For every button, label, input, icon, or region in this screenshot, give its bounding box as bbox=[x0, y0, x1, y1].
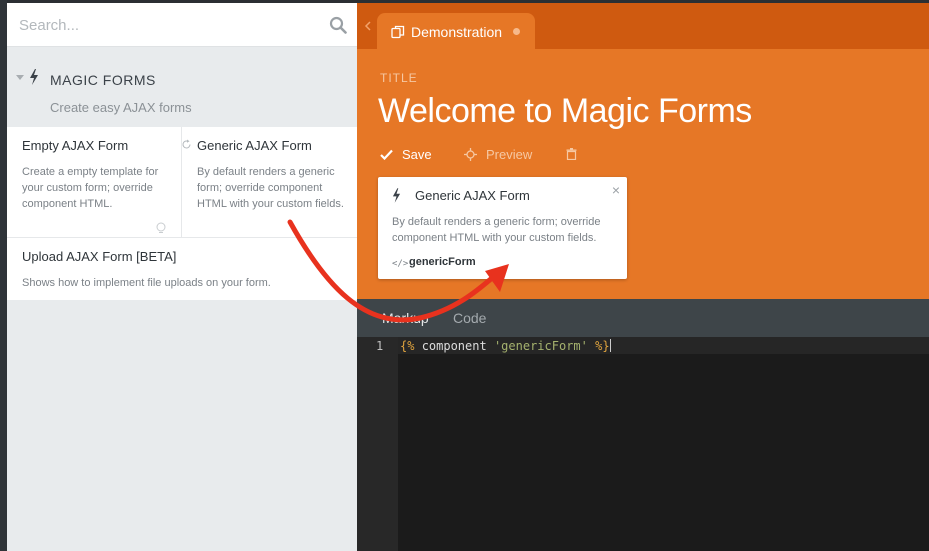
trash-icon bbox=[566, 148, 577, 160]
preview-button[interactable]: Preview bbox=[464, 144, 532, 164]
component-tile-description: Shows how to implement file uploads on y… bbox=[22, 277, 271, 289]
tile-divider bbox=[181, 127, 182, 237]
code-icon: </> bbox=[392, 259, 409, 269]
delete-button[interactable] bbox=[566, 144, 577, 164]
component-tile-generic-ajax-form[interactable]: Generic AJAX Form By default renders a g… bbox=[182, 127, 357, 237]
tab-code[interactable]: Code bbox=[453, 310, 486, 326]
drag-refresh-icon bbox=[182, 139, 191, 149]
copy-icon bbox=[391, 25, 405, 39]
left-nav-strip bbox=[0, 0, 7, 551]
code-line[interactable]: {% component 'genericForm' %} bbox=[400, 339, 611, 353]
component-tile-description: Create a empty template for your custom … bbox=[22, 166, 159, 210]
component-tile-description: By default renders a generic form; overr… bbox=[197, 166, 344, 210]
crosshair-icon bbox=[464, 147, 477, 161]
collapse-sidebar-icon[interactable] bbox=[364, 21, 372, 31]
title-field-label: TITLE bbox=[380, 71, 418, 85]
preview-button-label: Preview bbox=[486, 146, 533, 162]
lightbulb-icon bbox=[156, 222, 166, 233]
twig-open-tag: {% bbox=[400, 339, 415, 353]
editor-gutter: 1 bbox=[357, 337, 398, 551]
plugin-group-title: MAGIC FORMS bbox=[50, 72, 156, 88]
tab-label: Demonstration bbox=[411, 24, 503, 40]
search-input[interactable] bbox=[19, 14, 319, 36]
component-tile-upload-ajax-form[interactable]: Upload AJAX Form [BETA] Shows how to imp… bbox=[7, 238, 357, 300]
component-tile-title: Upload AJAX Form [BETA] bbox=[22, 249, 177, 264]
line-number: 1 bbox=[376, 339, 384, 353]
tab-demonstration[interactable]: Demonstration bbox=[377, 13, 535, 49]
twig-string: 'genericForm' bbox=[493, 339, 588, 353]
component-card-description: By default renders a generic form; overr… bbox=[392, 216, 601, 244]
bolt-icon bbox=[30, 69, 38, 85]
collapse-caret-icon[interactable] bbox=[16, 75, 24, 80]
editor-toolbar: Save Preview bbox=[380, 144, 680, 164]
checkmark-icon bbox=[380, 149, 393, 160]
bolt-icon bbox=[392, 188, 401, 203]
component-tile-title: Generic AJAX Form bbox=[197, 138, 312, 153]
search-icon[interactable] bbox=[329, 16, 347, 34]
components-sidebar: MAGIC FORMS Create easy AJAX forms Empty… bbox=[7, 3, 357, 551]
page-editor-panel: Demonstration TITLE Welcome to Magic For… bbox=[357, 3, 929, 299]
plugin-group-header[interactable]: MAGIC FORMS Create easy AJAX forms bbox=[7, 47, 357, 127]
component-card-generic-form[interactable]: Generic AJAX Form × By default renders a… bbox=[378, 177, 627, 279]
component-tile-title: Empty AJAX Form bbox=[22, 138, 129, 153]
search-bar bbox=[7, 3, 357, 47]
remove-component-close-icon[interactable]: × bbox=[612, 183, 620, 197]
tab-markup[interactable]: Markup bbox=[382, 310, 429, 326]
component-tile-empty-ajax-form[interactable]: Empty AJAX Form Create a empty template … bbox=[7, 127, 181, 237]
tab-bar: Demonstration bbox=[357, 3, 929, 49]
save-button[interactable]: Save bbox=[380, 144, 432, 164]
twig-keyword: component bbox=[421, 339, 487, 353]
text-cursor bbox=[609, 339, 611, 352]
unsaved-indicator bbox=[513, 28, 520, 35]
twig-close-tag: %} bbox=[595, 339, 610, 353]
plugin-group-subtitle: Create easy AJAX forms bbox=[50, 100, 192, 115]
component-alias[interactable]: genericForm bbox=[409, 256, 476, 268]
page-title-input[interactable]: Welcome to Magic Forms bbox=[378, 92, 752, 131]
save-button-label: Save bbox=[402, 146, 432, 162]
component-card-title: Generic AJAX Form bbox=[415, 188, 530, 203]
code-editor[interactable]: {% component 'genericForm' %} bbox=[398, 337, 929, 551]
editor-tab-bar: Markup Code bbox=[357, 299, 929, 337]
